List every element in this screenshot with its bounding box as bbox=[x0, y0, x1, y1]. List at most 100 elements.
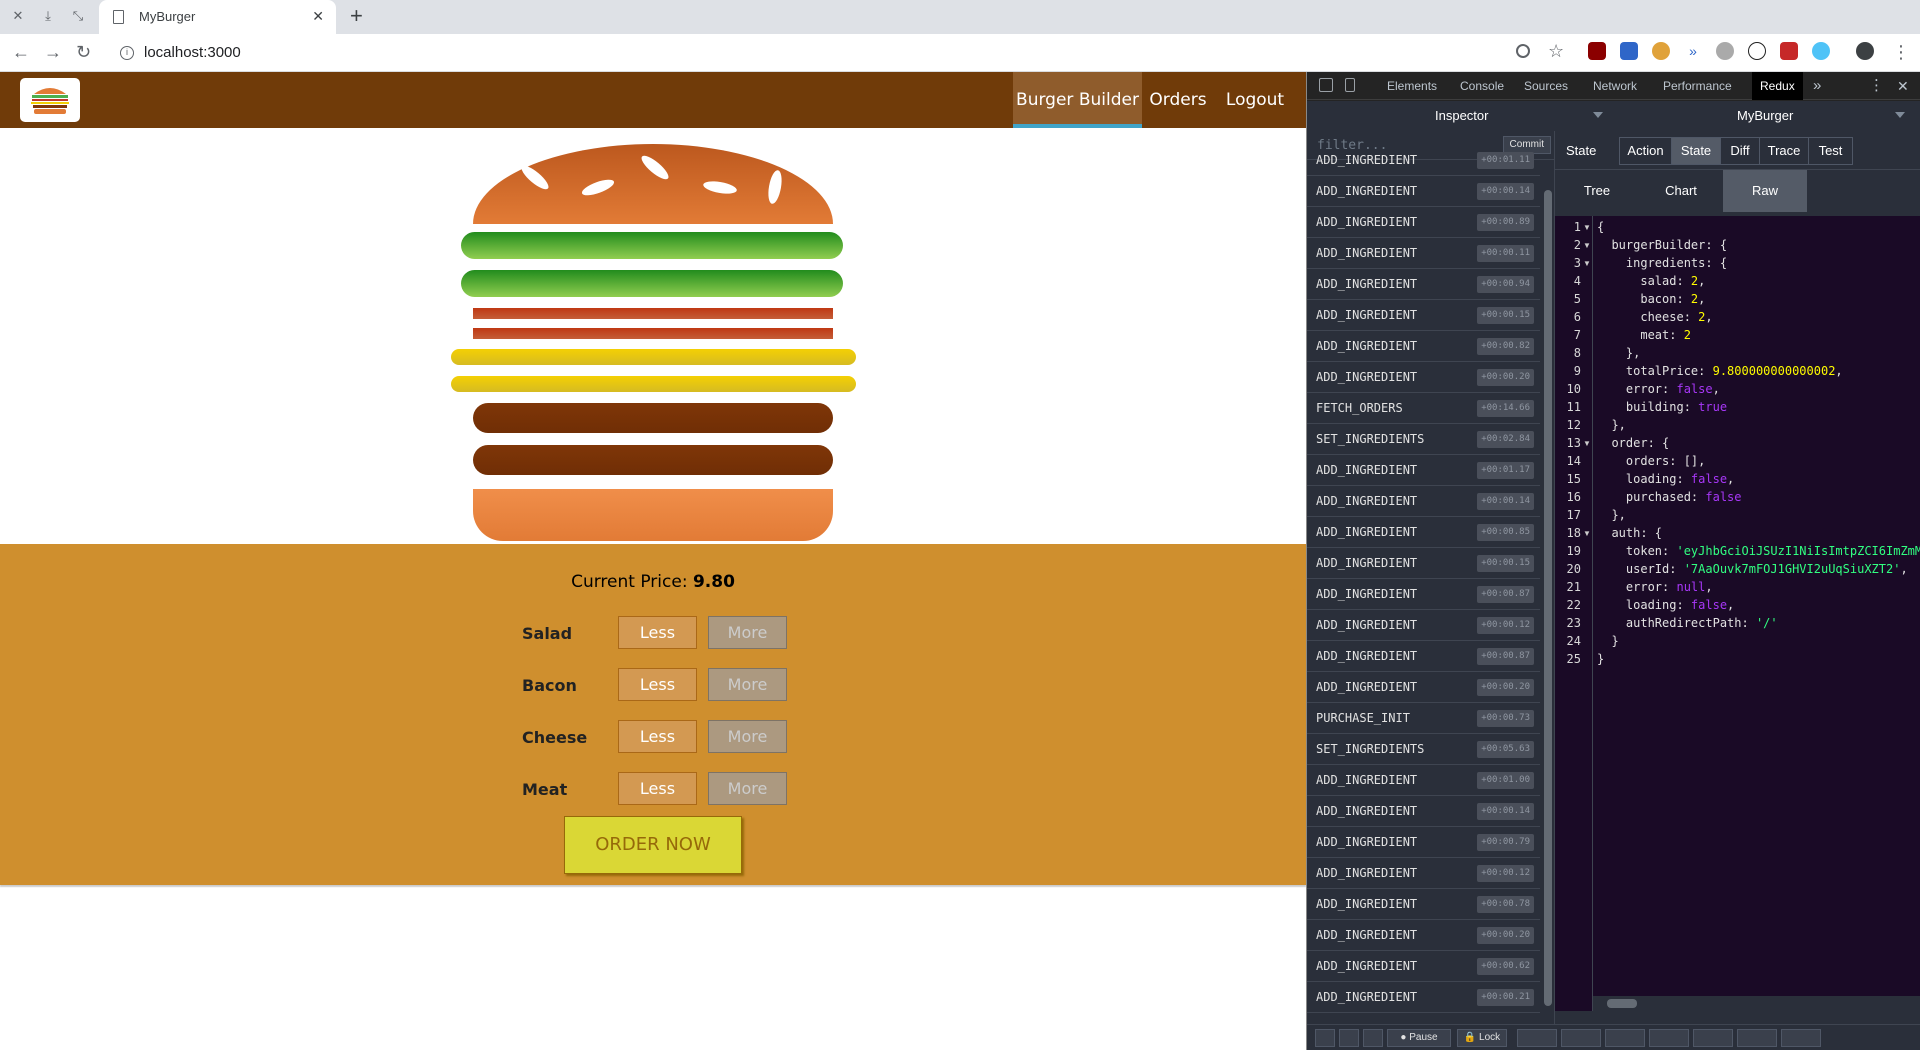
action-item[interactable]: ADD_INGREDIENT +00:00.14 bbox=[1307, 796, 1540, 827]
pause-button[interactable]: ● Pause bbox=[1387, 1029, 1451, 1047]
persist-icon[interactable] bbox=[1517, 1029, 1557, 1047]
fold-caret-icon[interactable]: ▼ bbox=[1583, 223, 1591, 232]
action-item[interactable]: ADD_INGREDIENT +00:00.12 bbox=[1307, 858, 1540, 889]
instance-select[interactable]: MyBurger bbox=[1737, 108, 1793, 123]
salad-less-button[interactable]: Less bbox=[618, 616, 697, 649]
cookie-extension-icon[interactable] bbox=[1652, 42, 1670, 60]
code-horizontal-scrollbar[interactable] bbox=[1593, 996, 1920, 1011]
remote-icon[interactable] bbox=[1737, 1029, 1777, 1047]
circle-extension-icon[interactable] bbox=[1716, 42, 1734, 60]
action-item[interactable]: SET_INGREDIENTS +00:02.84 bbox=[1307, 424, 1540, 455]
state-tab[interactable]: State bbox=[1671, 137, 1721, 165]
back-icon[interactable]: ← bbox=[12, 42, 30, 62]
action-list-scrollbar[interactable] bbox=[1541, 160, 1554, 1024]
action-item[interactable]: ADD_INGREDIENT +00:00.14 bbox=[1307, 176, 1540, 207]
dock-left-icon[interactable] bbox=[1315, 1029, 1335, 1047]
key-icon[interactable] bbox=[1516, 44, 1530, 58]
instance-caret-icon[interactable] bbox=[1895, 112, 1905, 118]
inspect-element-icon[interactable] bbox=[1319, 78, 1333, 92]
action-item[interactable]: SET_INGREDIENTS +00:05.63 bbox=[1307, 734, 1540, 765]
nav-burger-builder[interactable]: Burger Builder bbox=[1013, 72, 1142, 128]
tab-sources[interactable]: Sources bbox=[1524, 72, 1568, 100]
action-item[interactable]: ADD_INGREDIENT +00:01.11 bbox=[1307, 145, 1540, 176]
cheese-more-button[interactable]: More bbox=[708, 720, 787, 753]
tab-elements[interactable]: Elements bbox=[1387, 72, 1437, 100]
dock-bottom-icon[interactable] bbox=[1339, 1029, 1359, 1047]
fold-caret-icon[interactable]: ▼ bbox=[1583, 439, 1591, 448]
lock-button[interactable]: 🔒 Lock bbox=[1457, 1029, 1507, 1047]
diff-tab[interactable]: Diff bbox=[1720, 137, 1760, 165]
color-extension-icon[interactable] bbox=[1812, 42, 1830, 60]
forward-icon[interactable]: → bbox=[44, 42, 62, 62]
address-input[interactable]: i localhost:3000 bbox=[120, 44, 241, 61]
scroll-thumb[interactable] bbox=[1607, 999, 1637, 1008]
dispatcher-icon[interactable] bbox=[1561, 1029, 1601, 1047]
action-item[interactable]: ADD_INGREDIENT +00:00.87 bbox=[1307, 641, 1540, 672]
browser-menu-icon[interactable]: ⋮ bbox=[1892, 42, 1910, 62]
meat-less-button[interactable]: Less bbox=[618, 772, 697, 805]
bookmark-star-icon[interactable]: ☆ bbox=[1548, 41, 1564, 61]
burger-logo[interactable] bbox=[20, 78, 80, 122]
trace-tab[interactable]: Trace bbox=[1759, 137, 1809, 165]
salad-more-button[interactable]: More bbox=[708, 616, 787, 649]
action-item[interactable]: ADD_INGREDIENT +00:01.17 bbox=[1307, 455, 1540, 486]
monitor-caret-icon[interactable] bbox=[1593, 112, 1603, 118]
bacon-more-button[interactable]: More bbox=[708, 668, 787, 701]
chart-view-tab[interactable]: Chart bbox=[1639, 170, 1723, 212]
action-item[interactable]: FETCH_ORDERS +00:14.66 bbox=[1307, 393, 1540, 424]
action-item[interactable]: ADD_INGREDIENT +00:00.15 bbox=[1307, 300, 1540, 331]
nav-logout[interactable]: Logout bbox=[1214, 72, 1296, 128]
dock-right-icon[interactable] bbox=[1363, 1029, 1383, 1047]
action-item[interactable]: ADD_INGREDIENT +00:00.87 bbox=[1307, 579, 1540, 610]
action-item[interactable]: ADD_INGREDIENT +00:00.20 bbox=[1307, 362, 1540, 393]
tab-close-icon[interactable]: ✕ bbox=[312, 8, 324, 25]
order-now-button[interactable]: ORDER NOW bbox=[564, 816, 742, 874]
action-item[interactable]: ADD_INGREDIENT +00:00.11 bbox=[1307, 238, 1540, 269]
minimize-window-icon[interactable]: ⤓ bbox=[40, 8, 56, 24]
tree-view-tab[interactable]: Tree bbox=[1555, 170, 1639, 212]
extension-badge-icon[interactable] bbox=[1620, 42, 1638, 60]
action-item[interactable]: ADD_INGREDIENT +00:01.00 bbox=[1307, 765, 1540, 796]
action-item[interactable]: ADD_INGREDIENT +00:00.78 bbox=[1307, 889, 1540, 920]
device-toolbar-icon[interactable] bbox=[1345, 78, 1355, 92]
action-item[interactable]: ADD_INGREDIENT +00:00.62 bbox=[1307, 951, 1540, 982]
more-tabs-icon[interactable]: » bbox=[1813, 72, 1821, 100]
redux-extension-icon[interactable] bbox=[1748, 42, 1766, 60]
meat-more-button[interactable]: More bbox=[708, 772, 787, 805]
restore-window-icon[interactable]: ⤡ bbox=[70, 8, 86, 24]
info-icon[interactable]: i bbox=[120, 46, 134, 61]
action-item[interactable]: ADD_INGREDIENT +00:00.94 bbox=[1307, 269, 1540, 300]
audio-extension-icon[interactable]: » bbox=[1684, 42, 1702, 60]
test-tab[interactable]: Test bbox=[1808, 137, 1853, 165]
devtools-menu-icon[interactable]: ⋮ bbox=[1869, 72, 1884, 100]
ublock-extension-icon[interactable] bbox=[1588, 42, 1606, 60]
tab-redux[interactable]: Redux bbox=[1752, 72, 1803, 100]
action-item[interactable]: PURCHASE_INIT +00:00.73 bbox=[1307, 703, 1540, 734]
action-item[interactable]: ADD_INGREDIENT +00:00.89 bbox=[1307, 207, 1540, 238]
close-window-icon[interactable]: ✕ bbox=[10, 8, 26, 24]
fold-caret-icon[interactable]: ▼ bbox=[1583, 259, 1591, 268]
action-item[interactable]: ADD_INGREDIENT +00:00.82 bbox=[1307, 331, 1540, 362]
fold-caret-icon[interactable]: ▼ bbox=[1583, 529, 1591, 538]
action-tab[interactable]: Action bbox=[1619, 137, 1672, 165]
raw-state-code[interactable]: 1 ▼ 2 ▼ 3 ▼ 4 5 6 7 8 9 10 11 12 13 ▼ 14 15 16 17 18 ▼ 19 20 21 22… bbox=[1555, 216, 1920, 1011]
tab-performance[interactable]: Performance bbox=[1663, 72, 1732, 100]
profile-avatar-icon[interactable] bbox=[1856, 42, 1874, 60]
new-tab-button[interactable]: + bbox=[350, 5, 363, 27]
devtools-close-icon[interactable]: ✕ bbox=[1897, 72, 1909, 100]
action-item[interactable]: ADD_INGREDIENT +00:00.12 bbox=[1307, 610, 1540, 641]
action-item[interactable]: ADD_INGREDIENT +00:00.85 bbox=[1307, 517, 1540, 548]
red-extension-icon[interactable] bbox=[1780, 42, 1798, 60]
import-icon[interactable] bbox=[1693, 1029, 1733, 1047]
nav-orders[interactable]: Orders bbox=[1142, 72, 1214, 128]
browser-tab[interactable]: MyBurger ✕ bbox=[99, 0, 336, 34]
action-item[interactable]: ADD_INGREDIENT +00:00.15 bbox=[1307, 548, 1540, 579]
action-item[interactable]: ADD_INGREDIENT +00:00.21 bbox=[1307, 982, 1540, 1013]
tab-console[interactable]: Console bbox=[1460, 72, 1504, 100]
action-item[interactable]: ADD_INGREDIENT +00:00.14 bbox=[1307, 486, 1540, 517]
export-icon[interactable] bbox=[1649, 1029, 1689, 1047]
bacon-less-button[interactable]: Less bbox=[618, 668, 697, 701]
raw-view-tab[interactable]: Raw bbox=[1723, 170, 1807, 212]
action-item[interactable]: ADD_INGREDIENT +00:00.20 bbox=[1307, 920, 1540, 951]
settings-gear-icon[interactable] bbox=[1781, 1029, 1821, 1047]
